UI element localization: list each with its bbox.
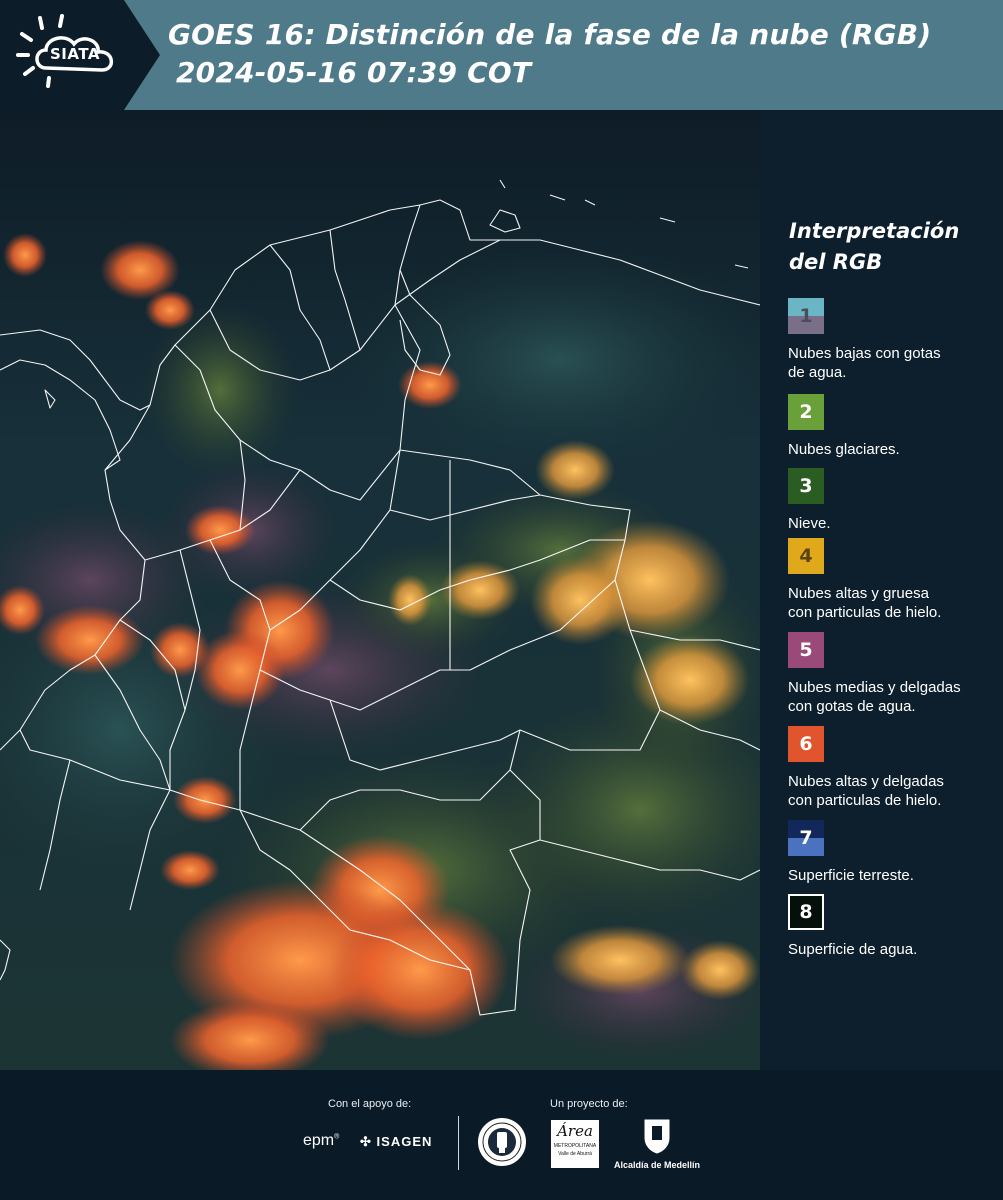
- legend-number-4: 4: [799, 545, 813, 567]
- legend-number-1: 1: [799, 305, 813, 327]
- legend-item-4: 4 Nubes altas y gruesa con particulas de…: [788, 538, 1000, 622]
- legend-label-3: Nieve.: [788, 515, 831, 532]
- legend-label-5: Nubes medias y delgadas con gotas de agu…: [788, 679, 961, 715]
- title-line-1: GOES 16: Distinción de la fase de la nub…: [168, 18, 932, 51]
- legend-item-3: 3 Nieve.: [788, 468, 1000, 533]
- legend-item-6: 6 Nubes altas y delgadas con particulas …: [788, 726, 1000, 810]
- isagen-logo: ✣ ISAGEN: [360, 1134, 432, 1150]
- legend-item-1: 1 Nubes bajas con gotas de agua.: [788, 298, 1000, 382]
- legend-label-2: Nubes glaciares.: [788, 441, 900, 458]
- legend-item-2: 2 Nubes glaciares.: [788, 394, 1000, 459]
- footer-divider: [458, 1116, 459, 1170]
- legend-label-8: Superficie de agua.: [788, 941, 918, 958]
- legend-item-7: 7 Superficie terreste.: [788, 820, 1000, 885]
- legend-number-3: 3: [799, 475, 813, 497]
- legend-swatch-6: 6: [788, 726, 824, 762]
- legend-label-1: Nubes bajas con gotas de agua.: [788, 345, 941, 381]
- legend-swatch-8: 8: [788, 894, 824, 930]
- legend-number-5: 5: [799, 639, 813, 661]
- legend-item-8: 8 Superficie de agua.: [788, 894, 1000, 959]
- rgb-satellite-image: [0, 110, 760, 1070]
- footer: Con el apoyo de: Un proyecto de: epm® ✣ …: [0, 1070, 1003, 1200]
- legend-swatch-1: 1: [788, 298, 824, 334]
- legend-number-7: 7: [799, 827, 813, 849]
- isagen-text: ISAGEN: [376, 1134, 433, 1149]
- legend-item-5: 5 Nubes medias y delgadas con gotas de a…: [788, 632, 1000, 716]
- satellite-map[interactable]: [0, 110, 760, 1070]
- area-metropolitana-logo: Área METROPOLITANA Valle de Aburrá: [551, 1120, 599, 1168]
- support-label: Con el apoyo de:: [328, 1098, 412, 1110]
- legend-swatch-4: 4: [788, 538, 824, 574]
- legend-title-line-1: Interpretación: [789, 219, 960, 243]
- isagen-icon: ✣: [360, 1134, 372, 1149]
- legend-title: Interpretación del RGB: [789, 216, 989, 278]
- alcaldia-medellin-logo: Alcaldía de Medellín: [612, 1118, 702, 1170]
- project-label: Un proyecto de:: [550, 1098, 628, 1110]
- title-line-2: 2024-05-16 07:39 COT: [176, 56, 532, 89]
- legend-swatch-5: 5: [788, 632, 824, 668]
- legend-number-6: 6: [799, 733, 813, 755]
- legend-panel: Interpretación del RGB 1 Nubes bajas con…: [760, 110, 1003, 1070]
- legend-number-8: 8: [799, 901, 813, 923]
- legend-swatch-3: 3: [788, 468, 824, 504]
- legend-label-6: Nubes altas y delgadas con particulas de…: [788, 773, 944, 809]
- legend-label-4: Nubes altas y gruesa con particulas de h…: [788, 585, 942, 621]
- coat-of-arms-icon: [644, 1119, 670, 1154]
- legend-label-7: Superficie terreste.: [788, 867, 914, 884]
- legend-swatch-7: 7: [788, 820, 824, 856]
- logo-text: SIATA: [50, 45, 101, 63]
- seal-logo: [478, 1118, 526, 1166]
- header-bar: SIATA GOES 16: Distinción de la fase de …: [0, 0, 1003, 110]
- legend-swatch-2: 2: [788, 394, 824, 430]
- page-title: GOES 16: Distinción de la fase de la nub…: [168, 16, 931, 92]
- legend-title-line-2: del RGB: [789, 250, 883, 274]
- siata-logo: SIATA: [0, 0, 160, 110]
- epm-logo: epm®: [303, 1132, 340, 1149]
- legend-number-2: 2: [799, 401, 813, 423]
